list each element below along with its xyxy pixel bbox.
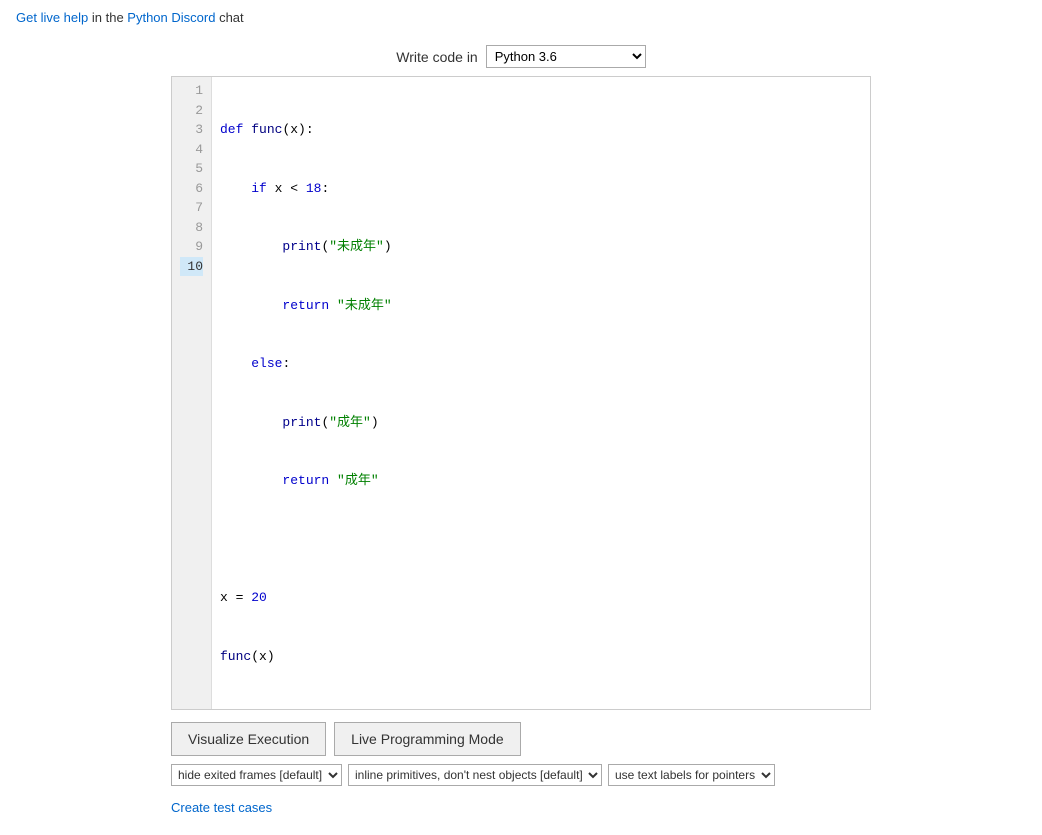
pointers-select[interactable]: use text labels for pointers use arrows … — [608, 764, 775, 786]
line-numbers: 1 2 3 4 5 6 7 8 9 10 — [172, 77, 212, 709]
visualize-button[interactable]: Visualize Execution — [171, 722, 326, 756]
code-line-5: else: — [220, 354, 862, 374]
code-text-area[interactable]: def func(x): if x < 18: print("未成年") ret… — [212, 77, 870, 709]
line-num-3: 3 — [180, 120, 203, 140]
line-num-2: 2 — [180, 101, 203, 121]
code-line-2: if x < 18: — [220, 179, 862, 199]
options-row: hide exited frames [default] show all fr… — [171, 764, 871, 786]
code-editor-container: 1 2 3 4 5 6 7 8 9 10 def func(x): if x <… — [171, 76, 871, 710]
line-num-9: 9 — [180, 237, 203, 257]
main-content: Write code in Python 3.6 Python 2.7 Java… — [0, 35, 1042, 835]
inline-select[interactable]: inline primitives, don't nest objects [d… — [348, 764, 602, 786]
create-test-cases-link[interactable]: Create test cases — [171, 800, 871, 815]
language-row: Write code in Python 3.6 Python 2.7 Java… — [396, 45, 645, 68]
discord-link[interactable]: Python Discord — [127, 10, 215, 25]
code-editor[interactable]: 1 2 3 4 5 6 7 8 9 10 def func(x): if x <… — [172, 77, 870, 709]
code-line-10: func(x) — [220, 647, 862, 667]
live-help-link[interactable]: Get live help — [16, 10, 88, 25]
code-line-7: return "成年" — [220, 471, 862, 491]
code-line-4: return "未成年" — [220, 296, 862, 316]
line-num-4: 4 — [180, 140, 203, 160]
line-num-8: 8 — [180, 218, 203, 238]
line-num-7: 7 — [180, 198, 203, 218]
line-num-5: 5 — [180, 159, 203, 179]
line-num-1: 1 — [180, 81, 203, 101]
live-programming-button[interactable]: Live Programming Mode — [334, 722, 521, 756]
code-line-3: print("未成年") — [220, 237, 862, 257]
code-line-8 — [220, 530, 862, 550]
language-label: Write code in — [396, 49, 477, 65]
line-num-10: 10 — [180, 257, 203, 277]
code-line-1: def func(x): — [220, 120, 862, 140]
chat-text: chat — [215, 10, 243, 25]
frames-select[interactable]: hide exited frames [default] show all fr… — [171, 764, 342, 786]
buttons-row: Visualize Execution Live Programming Mod… — [171, 722, 871, 756]
top-bar: Get live help in the Python Discord chat — [0, 0, 1042, 35]
code-line-9: x = 20 — [220, 588, 862, 608]
language-select[interactable]: Python 3.6 Python 2.7 Java 8 JavaScript … — [486, 45, 646, 68]
code-line-6: print("成年") — [220, 413, 862, 433]
in-text: in the — [88, 10, 127, 25]
line-num-6: 6 — [180, 179, 203, 199]
